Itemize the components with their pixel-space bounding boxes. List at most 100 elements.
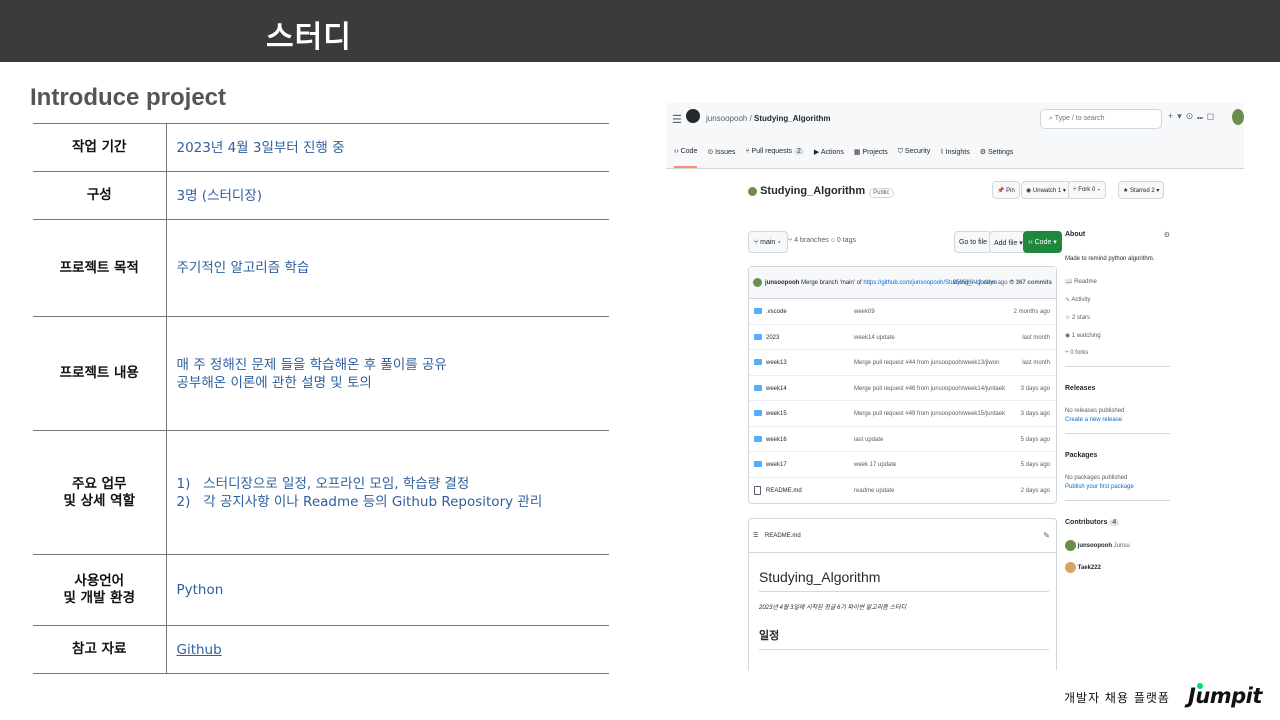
row-label: 작업 기간: [33, 123, 167, 172]
readme-subheading: 일정: [759, 627, 1049, 650]
folder-icon: [754, 384, 762, 391]
file-row[interactable]: week15 Merge pull request #49 from junsoo…: [749, 401, 1056, 427]
add-file-button[interactable]: Add file ▾: [989, 231, 1028, 253]
pin-button[interactable]: 📌 Pin: [992, 181, 1020, 199]
row-label: 프로젝트 내용: [33, 316, 167, 431]
commit-meta[interactable]: 859586 · 2 days ago ⏱ 367 commits: [953, 280, 1052, 287]
readme-filename: README.md: [765, 533, 801, 539]
github-link[interactable]: Github: [177, 642, 222, 658]
readme-link[interactable]: 📖 Readme: [1065, 278, 1170, 285]
watching-link[interactable]: ◉ 1 watching: [1065, 332, 1170, 339]
file-row[interactable]: week14 Merge pull request #46 from junsoo…: [749, 376, 1056, 401]
file-row[interactable]: .vscode week09 2 months ago: [749, 299, 1056, 325]
contributors-heading[interactable]: Contributors 4: [1065, 519, 1170, 526]
topbar-icons[interactable]: +▾⊙⑉◻: [1168, 111, 1218, 122]
avatar: [753, 278, 762, 287]
label-line: 및 상세 역할: [63, 492, 136, 509]
fork-button[interactable]: ⑂ Fork 0 ▾: [1068, 181, 1106, 199]
footer-caption: 개발자 채용 플랫폼: [1064, 691, 1170, 705]
about-description: Made to remind python algorithm.: [1065, 256, 1155, 262]
row-value: Github: [166, 625, 609, 674]
file-row[interactable]: 2023 week14 update last month: [749, 325, 1056, 350]
readme-description: 2023년 4월 3일에 시작된 정글 6기 파이썬 알고리즘 스터디: [759, 605, 907, 611]
branch-tag-counts[interactable]: ⑂ 4 branches ◇ 0 tags: [788, 237, 856, 244]
gear-icon[interactable]: ⚙: [1164, 231, 1170, 239]
row-label: 프로젝트 목적: [33, 219, 167, 317]
branch-select[interactable]: ⑂ main ▾: [748, 231, 788, 253]
folder-icon: [754, 461, 762, 467]
search-input[interactable]: ⌕ Type / to search: [1040, 109, 1162, 129]
tab-pull-requests[interactable]: ⑂ Pull requests 2: [745, 148, 804, 168]
github-screenshot: ☰ junsoopooh / Studying_Algorithm ⌕ Type…: [666, 103, 1244, 670]
github-logo-icon[interactable]: [686, 109, 700, 123]
pr-count-badge: 2: [794, 148, 804, 155]
releases-none: No releases published: [1065, 408, 1125, 414]
file-row[interactable]: README.md readme update 2 days ago: [749, 478, 1056, 504]
file-row[interactable]: week17 week 17 update 5 days ago: [749, 452, 1056, 478]
row-value: 3명 (스터디장): [166, 171, 609, 220]
tab-security[interactable]: ⛉ Security: [898, 148, 931, 168]
star-button[interactable]: ★ Starred 2 ▾: [1118, 181, 1165, 199]
table-row: 참고 자료 Github: [33, 625, 609, 674]
divider: [1065, 500, 1170, 501]
tab-projects[interactable]: ▦ Projects: [854, 148, 888, 168]
repo-avatar-icon: [748, 186, 757, 196]
tab-issues[interactable]: ⊙ Issues: [707, 148, 735, 168]
table-row: 구성 3명 (스터디장): [33, 171, 609, 220]
avatar[interactable]: [1232, 109, 1244, 125]
row-value: Python: [166, 554, 609, 626]
activity-link[interactable]: ∿ Activity: [1065, 296, 1170, 303]
edit-icon[interactable]: ✎: [1043, 531, 1050, 540]
packages-heading[interactable]: Packages: [1065, 452, 1170, 459]
header-bar: 스터디: [0, 0, 1280, 62]
list-icon[interactable]: ☰: [753, 532, 758, 539]
tab-insights[interactable]: ⌇ Insights: [940, 148, 970, 168]
about-heading: About ⚙: [1065, 231, 1170, 239]
create-release-link[interactable]: Create a new release: [1065, 417, 1170, 423]
label-line: 주요 업무: [72, 475, 127, 492]
table-row: 사용언어 및 개발 환경 Python: [33, 554, 609, 626]
value-line: 공부해온 이론에 관한 설명 및 토의: [176, 374, 372, 391]
hamburger-icon[interactable]: ☰: [672, 113, 682, 126]
value-line: 매 주 정해진 문제 들을 학습해온 후 풀이를 공유: [176, 356, 447, 373]
repo-breadcrumb: junsoopooh / Studying_Algorithm: [706, 114, 831, 123]
releases-heading[interactable]: Releases: [1065, 385, 1170, 392]
readme-title: Studying_Algorithm: [759, 569, 1049, 592]
file-row[interactable]: week13 Merge pull request #44 from junsoo…: [749, 350, 1056, 376]
tab-code[interactable]: ‹› Code: [674, 148, 698, 168]
repo-title: Studying_Algorithm Public: [748, 185, 894, 198]
folder-icon: [754, 410, 762, 416]
code-button[interactable]: ‹› Code ▾: [1023, 231, 1062, 253]
stars-link[interactable]: ☆ 2 stars: [1065, 314, 1170, 321]
contributor-item[interactable]: Taek222: [1065, 562, 1170, 573]
table-row: 프로젝트 내용 매 주 정해진 문제 들을 학습해온 후 풀이를 공유 공부해온…: [33, 316, 609, 431]
file-list: junsoopooh Merge branch 'main' of https:…: [748, 266, 1057, 504]
jumpit-logo: Jumpit: [1188, 684, 1262, 708]
readme-header: ☰ README.md ✎: [749, 519, 1056, 553]
value-line: 1) 스터디장으로 일정, 오프라인 모임, 학습량 결정: [176, 475, 470, 492]
contributor-item[interactable]: junsoopooh Junsu: [1065, 540, 1170, 551]
publish-package-link[interactable]: Publish your first package: [1065, 484, 1170, 490]
row-value: 주기적인 알고리즘 학습: [166, 219, 609, 317]
tab-actions[interactable]: ▶ Actions: [814, 148, 844, 168]
forks-link[interactable]: ⑂ 0 forks: [1065, 350, 1170, 356]
divider: [1065, 433, 1170, 434]
folder-icon: [754, 308, 762, 314]
file-row[interactable]: week16 last update 5 days ago: [749, 427, 1056, 452]
go-to-file-button[interactable]: Go to file: [954, 231, 993, 253]
github-topbar: ☰ junsoopooh / Studying_Algorithm ⌕ Type…: [666, 103, 1244, 169]
table-row: 프로젝트 목적 주기적인 알고리즘 학습: [33, 219, 609, 317]
repo-link[interactable]: Studying_Algorithm: [754, 114, 830, 123]
owner-link[interactable]: junsoopooh: [706, 114, 747, 123]
row-label: 참고 자료: [33, 625, 167, 674]
section-title: Introduce project: [30, 84, 227, 111]
unwatch-button[interactable]: ◉ Unwatch 1 ▾: [1021, 181, 1071, 199]
label-line: 사용언어: [74, 573, 125, 589]
about-sidebar: About ⚙ Made to remind python algorithm.…: [1065, 231, 1170, 573]
row-label: 구성: [33, 171, 167, 220]
visibility-badge: Public: [869, 188, 894, 198]
tab-settings[interactable]: ⚙ Settings: [980, 148, 1014, 168]
divider: [1065, 366, 1170, 367]
folder-icon: [754, 333, 762, 340]
project-info-table: 작업 기간 2023년 4월 3일부터 진행 중 구성 3명 (스터디장) 프로…: [33, 123, 609, 674]
